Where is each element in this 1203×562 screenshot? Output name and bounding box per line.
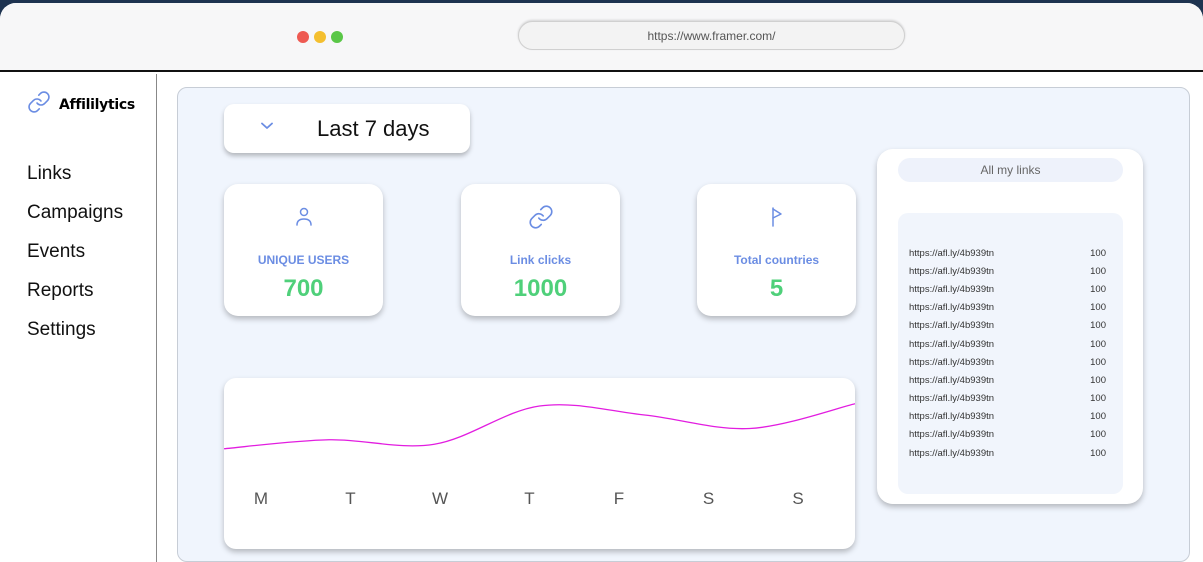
date-range-dropdown[interactable]: Last 7 days — [224, 104, 470, 153]
link-count: 100 — [1090, 374, 1106, 386]
flag-icon — [697, 204, 856, 230]
sidebar-item-reports[interactable]: Reports — [27, 280, 123, 319]
stat-card-link-clicks: Link clicks 1000 — [461, 184, 620, 316]
stat-card-unique-users: UNIQUE USERS 700 — [224, 184, 383, 316]
x-tick-label: S — [792, 489, 804, 508]
link-count: 100 — [1090, 283, 1106, 295]
links-list: https://afl.ly/4b939tn 100 https://afl.ly/… — [898, 213, 1123, 494]
link-row[interactable]: https://afl.ly/4b939tn 100 — [898, 299, 1123, 317]
stat-card-total-countries: Total countries 5 — [697, 184, 856, 316]
chart-series-line — [224, 403, 855, 450]
link-url: https://afl.ly/4b939tn — [909, 429, 995, 441]
sidebar-item-campaigns[interactable]: Campaigns — [27, 202, 123, 241]
link-row[interactable]: https://afl.ly/4b939tn 100 — [898, 353, 1123, 371]
app-logo[interactable]: Affililytics — [27, 90, 135, 119]
user-icon — [224, 204, 383, 230]
minimize-window-dot[interactable] — [314, 31, 326, 43]
x-tick-label: F — [613, 489, 625, 508]
link-url: https://afl.ly/4b939tn — [909, 411, 995, 423]
link-url: https://afl.ly/4b939tn — [909, 320, 995, 332]
link-count: 100 — [1090, 429, 1106, 441]
link-row[interactable]: https://afl.ly/4b939tn 100 — [898, 371, 1123, 389]
stat-value: 700 — [283, 275, 324, 302]
link-count: 100 — [1090, 338, 1106, 350]
stat-label: Total countries — [733, 253, 820, 267]
link-count: 100 — [1090, 265, 1106, 277]
x-tick-label: S — [702, 489, 715, 508]
address-bar[interactable]: https://www.framer.com/ — [518, 21, 905, 50]
link-count: 100 — [1090, 447, 1106, 459]
link-url: https://afl.ly/4b939tn — [909, 374, 995, 386]
window-controls — [297, 31, 343, 43]
stat-value: 5 — [769, 275, 784, 302]
all-links-panel: All my links https://afl.ly/4b939tn 100 ht… — [877, 149, 1143, 504]
x-tick-label: W — [431, 489, 449, 508]
link-icon — [27, 90, 51, 119]
link-url: https://afl.ly/4b939tn — [909, 447, 995, 459]
link-row[interactable]: https://afl.ly/4b939tn 100 — [898, 444, 1123, 462]
link-row[interactable]: https://afl.ly/4b939tn 100 — [898, 335, 1123, 353]
stat-label: UNIQUE USERS — [257, 253, 350, 267]
browser-window: https://www.framer.com/ Affililytics Lin… — [0, 3, 1203, 562]
link-url: https://afl.ly/4b939tn — [909, 302, 995, 314]
sidebar-nav: Links Campaigns Events Reports Settings — [27, 163, 123, 358]
link-row[interactable]: https://afl.ly/4b939tn 100 — [898, 262, 1123, 280]
sidebar-item-links[interactable]: Links — [27, 163, 123, 202]
link-count: 100 — [1090, 320, 1106, 332]
link-icon — [461, 204, 620, 230]
x-tick-label: M — [253, 489, 269, 508]
link-url: https://afl.ly/4b939tn — [909, 247, 995, 259]
link-row[interactable]: https://afl.ly/4b939tn 100 — [898, 408, 1123, 426]
sidebar-item-events[interactable]: Events — [27, 241, 123, 280]
stat-value: 1000 — [513, 275, 568, 302]
sidebar-item-settings[interactable]: Settings — [27, 319, 123, 358]
link-row[interactable]: https://afl.ly/4b939tn 100 — [898, 390, 1123, 408]
link-url: https://afl.ly/4b939tn — [909, 356, 995, 368]
link-count: 100 — [1090, 302, 1106, 314]
link-url: https://afl.ly/4b939tn — [909, 283, 995, 295]
chart-plot — [224, 403, 855, 450]
link-row[interactable]: https://afl.ly/4b939tn 100 — [898, 280, 1123, 298]
link-count: 100 — [1090, 247, 1106, 259]
clicks-line-chart: MTWTFSS — [224, 378, 855, 549]
chevron-down-icon — [261, 122, 273, 129]
link-count: 100 — [1090, 411, 1106, 423]
link-url: https://afl.ly/4b939tn — [909, 338, 995, 350]
sidebar: Affililytics Links Campaigns Events Repo… — [0, 74, 157, 562]
link-url: https://afl.ly/4b939tn — [909, 265, 995, 277]
date-range-label: Last 7 days — [317, 116, 430, 141]
browser-titlebar: https://www.framer.com/ — [0, 3, 1203, 72]
x-tick-label: T — [524, 489, 535, 508]
app-name: Affililytics — [59, 96, 135, 113]
stat-label: Link clicks — [509, 253, 572, 267]
close-window-dot[interactable] — [297, 31, 309, 43]
link-count: 100 — [1090, 356, 1106, 368]
link-url: https://afl.ly/4b939tn — [909, 393, 995, 405]
maximize-window-dot[interactable] — [331, 31, 343, 43]
link-row[interactable]: https://afl.ly/4b939tn 100 — [898, 244, 1123, 262]
dashboard-panel: Last 7 days UNIQUE USERS 700 Link clicks… — [177, 87, 1190, 562]
link-count: 100 — [1090, 393, 1106, 405]
link-row[interactable]: https://afl.ly/4b939tn 100 — [898, 426, 1123, 444]
links-panel-title: All my links — [898, 158, 1123, 182]
link-row[interactable]: https://afl.ly/4b939tn 100 — [898, 317, 1123, 335]
x-tick-label: T — [345, 489, 356, 508]
